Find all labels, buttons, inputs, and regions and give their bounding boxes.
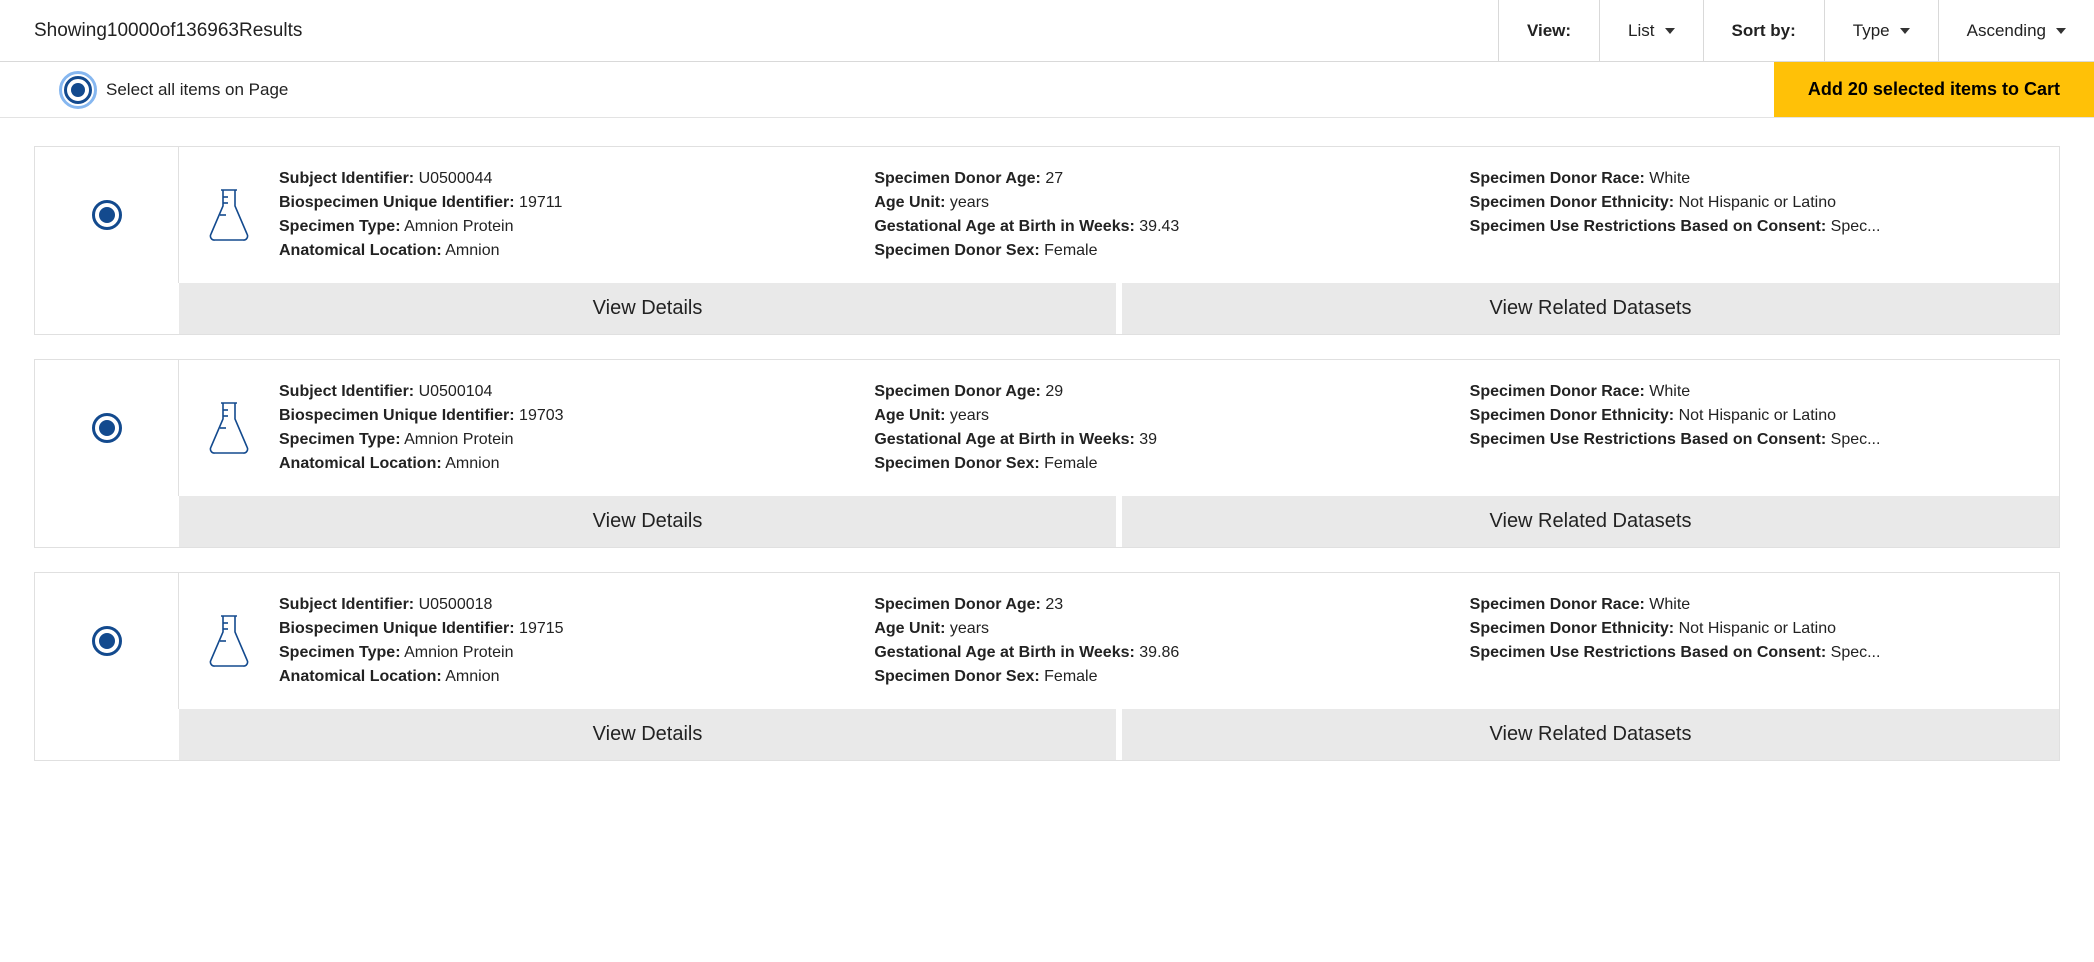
donor-race-value: White: [1649, 596, 1690, 613]
donor-age-value: 23: [1045, 596, 1063, 613]
flask-icon: [179, 147, 279, 283]
select-item-radio[interactable]: [92, 413, 122, 443]
view-details-button[interactable]: View Details: [179, 709, 1122, 760]
specimen-type-value: Amnion Protein: [404, 644, 513, 661]
age-unit-value: years: [950, 620, 989, 637]
view-related-datasets-button[interactable]: View Related Datasets: [1122, 496, 2059, 547]
select-all-row: Select all items on Page Add 20 selected…: [0, 62, 2094, 118]
anatomical-location-value: Amnion: [445, 242, 499, 259]
sort-dropdown[interactable]: Type: [1824, 0, 1938, 61]
result-card: Subject Identifier: U0500018 Biospecimen…: [34, 572, 2060, 761]
add-to-cart-button[interactable]: Add 20 selected items to Cart: [1774, 62, 2094, 117]
view-dropdown[interactable]: List: [1599, 0, 1702, 61]
view-details-button[interactable]: View Details: [179, 496, 1122, 547]
donor-ethnicity-value: Not Hispanic or Latino: [1679, 194, 1836, 211]
donor-ethnicity-value: Not Hispanic or Latino: [1679, 620, 1836, 637]
donor-age-value: 27: [1045, 170, 1063, 187]
flask-icon: [179, 360, 279, 496]
view-related-datasets-button[interactable]: View Related Datasets: [1122, 709, 2059, 760]
donor-race-value: White: [1649, 383, 1690, 400]
donor-sex-value: Female: [1044, 455, 1097, 472]
select-all-label: Select all items on Page: [106, 80, 288, 100]
subject-id-value: U0500044: [419, 170, 493, 187]
results-header: Showing 10000 of 136963 Results View: Li…: [0, 0, 2094, 62]
view-related-datasets-button[interactable]: View Related Datasets: [1122, 283, 2059, 334]
gestational-age-value: 39.86: [1139, 644, 1179, 661]
subject-id-value: U0500104: [419, 383, 493, 400]
chevron-down-icon: [1900, 28, 1910, 34]
results-count: Showing 10000 of 136963 Results: [0, 0, 1498, 61]
use-restrictions-value: Spec...: [1831, 644, 1881, 661]
biospecimen-id-value: 19703: [519, 407, 564, 424]
age-unit-value: years: [950, 194, 989, 211]
sort-label-block: Sort by:: [1703, 0, 1824, 61]
age-unit-value: years: [950, 407, 989, 424]
result-card: Subject Identifier: U0500104 Biospecimen…: [34, 359, 2060, 548]
view-label: View:: [1527, 21, 1571, 41]
select-item-radio[interactable]: [92, 626, 122, 656]
gestational-age-value: 39: [1139, 431, 1157, 448]
anatomical-location-value: Amnion: [445, 668, 499, 685]
donor-race-value: White: [1649, 170, 1690, 187]
select-all-radio[interactable]: [64, 76, 92, 104]
results-list: Subject Identifier: U0500044 Biospecimen…: [0, 118, 2094, 789]
subject-id-value: U0500018: [419, 596, 493, 613]
donor-sex-value: Female: [1044, 668, 1097, 685]
sort-label: Sort by:: [1732, 21, 1796, 41]
donor-age-value: 29: [1045, 383, 1063, 400]
use-restrictions-value: Spec...: [1831, 431, 1881, 448]
donor-sex-value: Female: [1044, 242, 1097, 259]
order-dropdown[interactable]: Ascending: [1938, 0, 2094, 61]
result-card: Subject Identifier: U0500044 Biospecimen…: [34, 146, 2060, 335]
flask-icon: [179, 573, 279, 709]
gestational-age-value: 39.43: [1139, 218, 1179, 235]
view-label-block: View:: [1498, 0, 1599, 61]
biospecimen-id-value: 19711: [519, 194, 562, 211]
view-details-button[interactable]: View Details: [179, 283, 1122, 334]
chevron-down-icon: [1665, 28, 1675, 34]
specimen-type-value: Amnion Protein: [404, 431, 513, 448]
use-restrictions-value: Spec...: [1831, 218, 1881, 235]
donor-ethnicity-value: Not Hispanic or Latino: [1679, 407, 1836, 424]
select-item-radio[interactable]: [92, 200, 122, 230]
specimen-type-value: Amnion Protein: [404, 218, 513, 235]
biospecimen-id-value: 19715: [519, 620, 564, 637]
chevron-down-icon: [2056, 28, 2066, 34]
anatomical-location-value: Amnion: [445, 455, 499, 472]
